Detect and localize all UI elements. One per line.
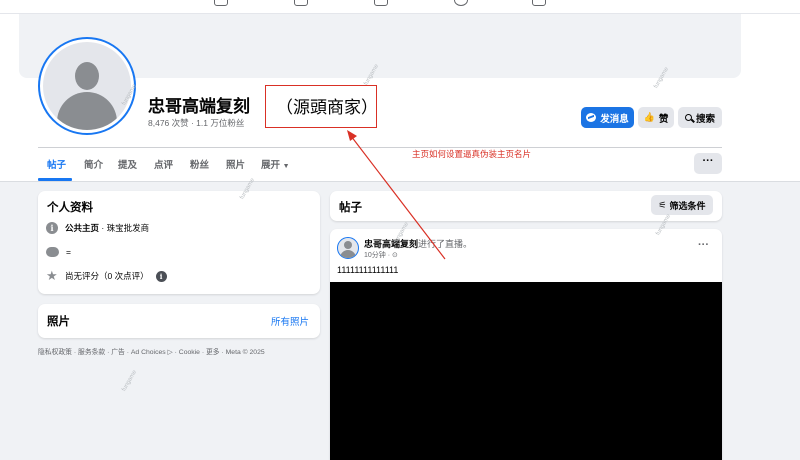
active-tab-indicator bbox=[38, 178, 72, 181]
watermark: fungame bbox=[121, 369, 139, 393]
live-video-player[interactable] bbox=[330, 282, 722, 460]
video-icon[interactable] bbox=[374, 0, 388, 6]
post-author-line: 忠哥高端复刻进行了直播。 bbox=[364, 237, 472, 250]
profile-avatar[interactable] bbox=[38, 37, 136, 135]
rating-info-icon[interactable]: i bbox=[155, 270, 167, 282]
like-label: 赞 bbox=[658, 113, 669, 125]
rating-text: 尚无评分（0 次点评） bbox=[65, 271, 149, 281]
tab-photos[interactable]: 照片 bbox=[226, 157, 245, 171]
tab-more-label: 展开 bbox=[261, 160, 281, 171]
home-icon[interactable] bbox=[214, 0, 228, 6]
photos-title: 照片 bbox=[47, 316, 70, 328]
all-photos-link[interactable]: 所有照片 bbox=[271, 314, 309, 328]
tab-reviews[interactable]: 点评 bbox=[154, 157, 173, 171]
default-avatar-icon bbox=[43, 42, 131, 130]
send-message-button[interactable]: 发消息 bbox=[581, 107, 634, 128]
filter-sliders-icon: ⚟ bbox=[658, 199, 667, 210]
header-divider bbox=[38, 147, 722, 148]
post-text: 11111111111111 bbox=[337, 265, 399, 275]
post-menu-button[interactable]: ··· bbox=[698, 239, 709, 251]
gaming-icon[interactable] bbox=[532, 0, 546, 6]
post-author-name[interactable]: 忠哥高端复刻 bbox=[364, 239, 418, 249]
intro-title: 个人资料 bbox=[47, 202, 93, 214]
annotation-box-text: （源頭商家） bbox=[276, 98, 378, 117]
messenger-icon bbox=[586, 113, 597, 122]
thumbs-up-icon: 👍 bbox=[643, 112, 655, 122]
chat-bubble-icon bbox=[46, 242, 59, 257]
rating-row: ★ 尚无评分（0 次点评） i bbox=[46, 268, 167, 283]
search-icon bbox=[684, 114, 692, 121]
post-action-text: 进行了直播。 bbox=[418, 239, 473, 249]
post-timestamp[interactable]: 10分钟 · ⊙ bbox=[364, 250, 398, 260]
search-button[interactable]: 搜索 bbox=[678, 107, 722, 128]
tab-mentions[interactable]: 提及 bbox=[118, 157, 137, 171]
tab-about[interactable]: 简介 bbox=[84, 157, 103, 171]
filter-button[interactable]: ⚟ 筛选条件 bbox=[651, 195, 713, 215]
contact-text: = bbox=[66, 247, 71, 257]
send-message-label: 发消息 bbox=[600, 113, 629, 125]
category-text: 公共主页 · 珠宝批发商 bbox=[65, 223, 150, 233]
like-button[interactable]: 👍 赞 bbox=[638, 107, 674, 128]
post-author-avatar[interactable] bbox=[337, 237, 359, 259]
filter-label: 筛选条件 bbox=[669, 200, 706, 211]
info-icon: i bbox=[46, 222, 58, 234]
page-stats[interactable]: 8,476 次赞 · 1.1 万位粉丝 bbox=[148, 117, 244, 129]
groups-icon[interactable] bbox=[454, 0, 468, 6]
contact-row: = bbox=[46, 242, 71, 257]
tab-more[interactable]: 展开 ▼ bbox=[261, 157, 290, 171]
friends-icon[interactable] bbox=[294, 0, 308, 6]
page-title: 忠哥高端复刻 bbox=[148, 97, 250, 116]
more-options-button[interactable]: ··· bbox=[694, 153, 722, 174]
caret-down-icon: ▼ bbox=[282, 163, 290, 170]
category-row: i 公共主页 · 珠宝批发商 bbox=[46, 222, 149, 234]
posts-title: 帖子 bbox=[339, 202, 362, 214]
tab-followers[interactable]: 粉丝 bbox=[190, 157, 209, 171]
star-icon: ★ bbox=[46, 268, 58, 283]
search-label: 搜索 bbox=[695, 113, 715, 125]
photos-card: 照片 所有照片 bbox=[38, 304, 320, 338]
annotation-note: 主页如何设置逼真伪装主页名片 bbox=[412, 149, 532, 159]
footer-links[interactable]: 隐私权政策 · 服务条款 · 广告 · Ad Choices ▷ · Cooki… bbox=[38, 346, 265, 356]
tab-posts[interactable]: 帖子 bbox=[47, 157, 66, 171]
top-navigation-bar bbox=[0, 0, 800, 14]
